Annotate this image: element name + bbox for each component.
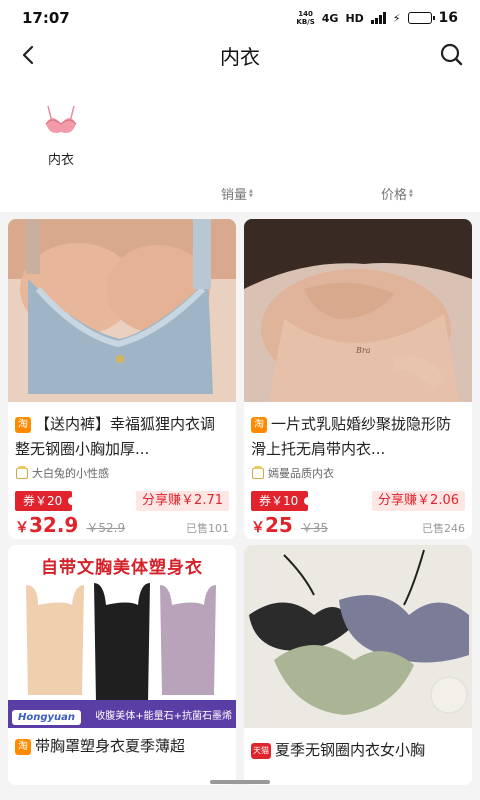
category-strip: 内衣 — [0, 74, 480, 178]
home-indicator[interactable] — [210, 780, 270, 784]
product-title: 淘一片式乳贴婚纱聚拢隐形防滑上托无肩带内衣... — [251, 415, 452, 458]
promo-slogan: 收腹美体+能量石+抗菌石墨烯 — [95, 711, 232, 722]
battery-level: 16 — [438, 10, 458, 26]
share-earn-badge[interactable]: 分享赚￥2.06 — [372, 491, 465, 511]
original-price: ￥52.9 — [86, 521, 126, 535]
price-tags: 券￥10 分享赚￥2.06 — [244, 482, 472, 512]
tmall-badge: 天猫 — [251, 743, 271, 759]
product-card[interactable]: 淘【送内裤】幸福狐狸内衣调整无钢圈小胸加厚... 大白兔的小性感 券￥20 分享… — [8, 219, 236, 539]
product-title: 淘【送内裤】幸福狐狸内衣调整无钢圈小胸加厚... — [15, 415, 216, 458]
sort-arrows-icon: ▲ ▼ — [409, 187, 413, 199]
bra-thumbnail-icon — [45, 105, 77, 133]
sold-count: 已售101 — [186, 522, 229, 535]
taobao-badge: 淘 — [15, 417, 31, 433]
price-tags: 券￥20 分享赚￥2.71 — [8, 482, 236, 512]
coupon-badge: 券￥20 — [15, 491, 77, 511]
svg-text:Bra: Bra — [355, 346, 371, 355]
status-time: 17:07 — [22, 9, 70, 27]
charging-icon: ⚡ — [392, 11, 401, 25]
shop-name: 大白兔的小性感 — [8, 462, 236, 482]
product-title: 淘带胸罩塑身衣夏季薄超 — [8, 728, 236, 784]
net-speed-unit: KB/S — [296, 18, 315, 26]
category-item-underwear[interactable]: 内衣 — [38, 102, 84, 168]
product-card[interactable]: 自带文胸美体塑身衣 Hongyuan 收腹美体+能量石+抗菌石墨烯 淘带胸罩塑身… — [8, 545, 236, 785]
status-icons: 140 KB/S 4G HD ⚡ 16 — [296, 10, 458, 26]
product-card[interactable]: 天猫 夏季无钢圈内衣女小胸 — [244, 545, 472, 785]
category-label: 内衣 — [47, 153, 74, 168]
shop-name: 嫣曼品质内衣 — [244, 462, 472, 482]
taobao-badge: 淘 — [251, 417, 267, 433]
page-title: 内衣 — [220, 45, 260, 69]
shop-icon — [252, 465, 264, 479]
sold-count: 已售246 — [422, 522, 465, 535]
price-row: ￥ 32.9 ￥52.9 已售101 — [8, 512, 236, 539]
price-row: ￥ 25 ￥35 已售246 — [244, 512, 472, 539]
coupon-badge: 券￥10 — [251, 491, 313, 511]
sort-bar: 销量 ▲ ▼ 价格 ▲ ▼ — [0, 178, 480, 212]
current-price: 32.9 — [29, 513, 79, 537]
product-title: 天猫 夏季无钢圈内衣女小胸 — [251, 741, 426, 759]
promo-title: 自带文胸美体塑身衣 — [41, 558, 203, 578]
sort-sales-label: 销量 — [221, 188, 248, 203]
sort-arrows-icon: ▲ ▼ — [249, 187, 253, 199]
status-bar: 17:07 140 KB/S 4G HD ⚡ 16 — [0, 0, 480, 36]
product-image: 自带文胸美体塑身衣 Hongyuan 收腹美体+能量石+抗菌石墨烯 — [8, 545, 236, 728]
product-image — [244, 545, 472, 728]
currency-symbol: ￥ — [15, 520, 29, 536]
signal-icon — [370, 12, 386, 24]
current-price: 25 — [265, 513, 293, 537]
sort-price-label: 价格 — [381, 188, 408, 203]
brand-logo: Hongyuan — [12, 710, 82, 725]
sort-by-sales[interactable]: 销量 ▲ ▼ — [221, 184, 253, 203]
net-speed: 140 KB/S — [296, 10, 314, 26]
product-image — [8, 219, 236, 402]
promo-banner: 自带文胸美体塑身衣 Hongyuan 收腹美体+能量石+抗菌石墨烯 — [8, 545, 236, 728]
product-card[interactable]: Bra 淘一片式乳贴婚纱聚拢隐形防滑上托无肩带内衣... 嫣曼品质内衣 券￥10… — [244, 219, 472, 539]
nav-bar: 内衣 — [0, 36, 480, 74]
net-speed-value: 140 — [298, 10, 313, 18]
share-earn-badge[interactable]: 分享赚￥2.71 — [136, 491, 229, 511]
shop-icon — [16, 465, 28, 479]
search-icon[interactable] — [438, 41, 466, 69]
sort-by-price[interactable]: 价格 ▲ ▼ — [381, 184, 413, 203]
product-image: Bra — [244, 219, 472, 402]
hd-label: HD — [345, 11, 364, 25]
original-price: ￥35 — [300, 521, 329, 535]
network-type: 4G — [321, 11, 339, 25]
battery-icon — [407, 12, 435, 24]
currency-symbol: ￥ — [251, 520, 265, 536]
taobao-badge: 淘 — [15, 739, 31, 755]
